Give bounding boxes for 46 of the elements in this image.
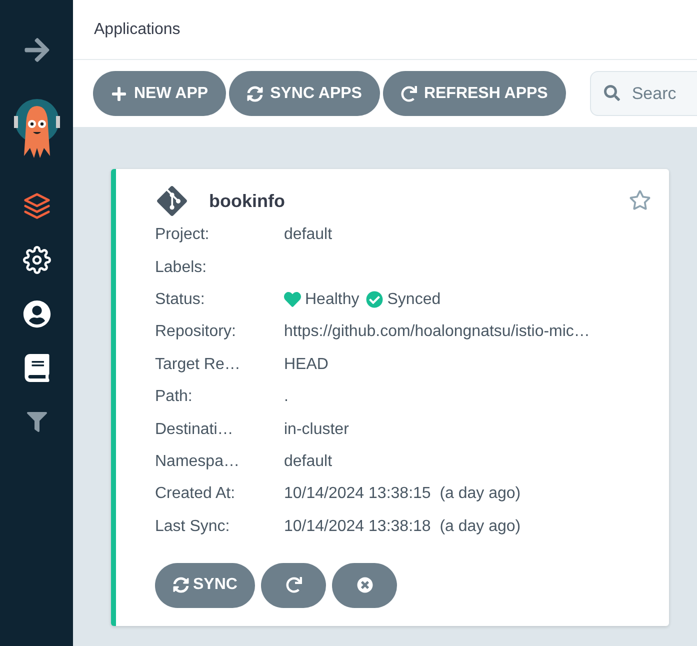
git-icon <box>155 184 189 218</box>
toolbar-button[interactable]: SYNC APPS <box>229 71 380 116</box>
card-action-button[interactable]: SYNC <box>155 562 256 608</box>
heart-icon <box>284 291 301 308</box>
health-status: Healthy <box>305 290 360 309</box>
field-value: . <box>284 388 290 406</box>
sync-icon <box>173 577 189 594</box>
field-label: Created At: <box>155 485 236 504</box>
field-value: in-cluster <box>284 420 350 439</box>
sidebar-nav-button[interactable] <box>20 298 52 330</box>
search-field[interactable]: Searc <box>590 71 697 116</box>
sync-status: Synced <box>387 290 441 309</box>
toolbar-button[interactable]: REFRESH APPS <box>382 71 566 116</box>
book-icon <box>22 354 50 382</box>
field-value: https://github.com/hoalongnatsu/istio-mic… <box>284 323 591 342</box>
toolbar-button[interactable]: NEW APP <box>93 71 226 116</box>
field-value: default <box>284 226 334 244</box>
field-label: Status: <box>155 290 206 309</box>
layers-icon <box>22 192 50 220</box>
field-value: default <box>284 452 334 471</box>
field-label: Target Re… <box>155 356 242 374</box>
field-value: HEAD <box>284 356 330 374</box>
field-value: 10/14/2024 13:38:15 (a day ago) <box>284 485 522 504</box>
field-label: Repository: <box>155 323 237 342</box>
field-label: Destinati… <box>155 420 234 439</box>
app-name: bookinfo <box>209 190 285 212</box>
refresh-icon <box>286 577 302 594</box>
refresh-icon <box>400 86 417 102</box>
search-icon <box>604 85 620 101</box>
plus-icon <box>111 86 127 102</box>
user-icon <box>22 300 50 328</box>
field-value: 10/14/2024 13:38:18 (a day ago) <box>284 518 522 536</box>
field-label: Project: <box>155 226 210 244</box>
field-label: Path: <box>155 388 194 406</box>
page-title: Applications <box>94 20 180 38</box>
field-label: Namespa… <box>155 452 240 471</box>
sync-icon <box>247 86 264 102</box>
settings-icon <box>22 246 50 274</box>
star-icon[interactable] <box>629 189 651 211</box>
card-action-button[interactable] <box>332 562 398 608</box>
application-card[interactable] <box>111 169 669 626</box>
close-icon <box>356 577 373 594</box>
field-label: Last Sync: <box>155 518 231 536</box>
field-label: Labels: <box>155 258 208 277</box>
card-action-button[interactable] <box>261 562 326 608</box>
sidebar-nav-button[interactable] <box>20 244 52 276</box>
